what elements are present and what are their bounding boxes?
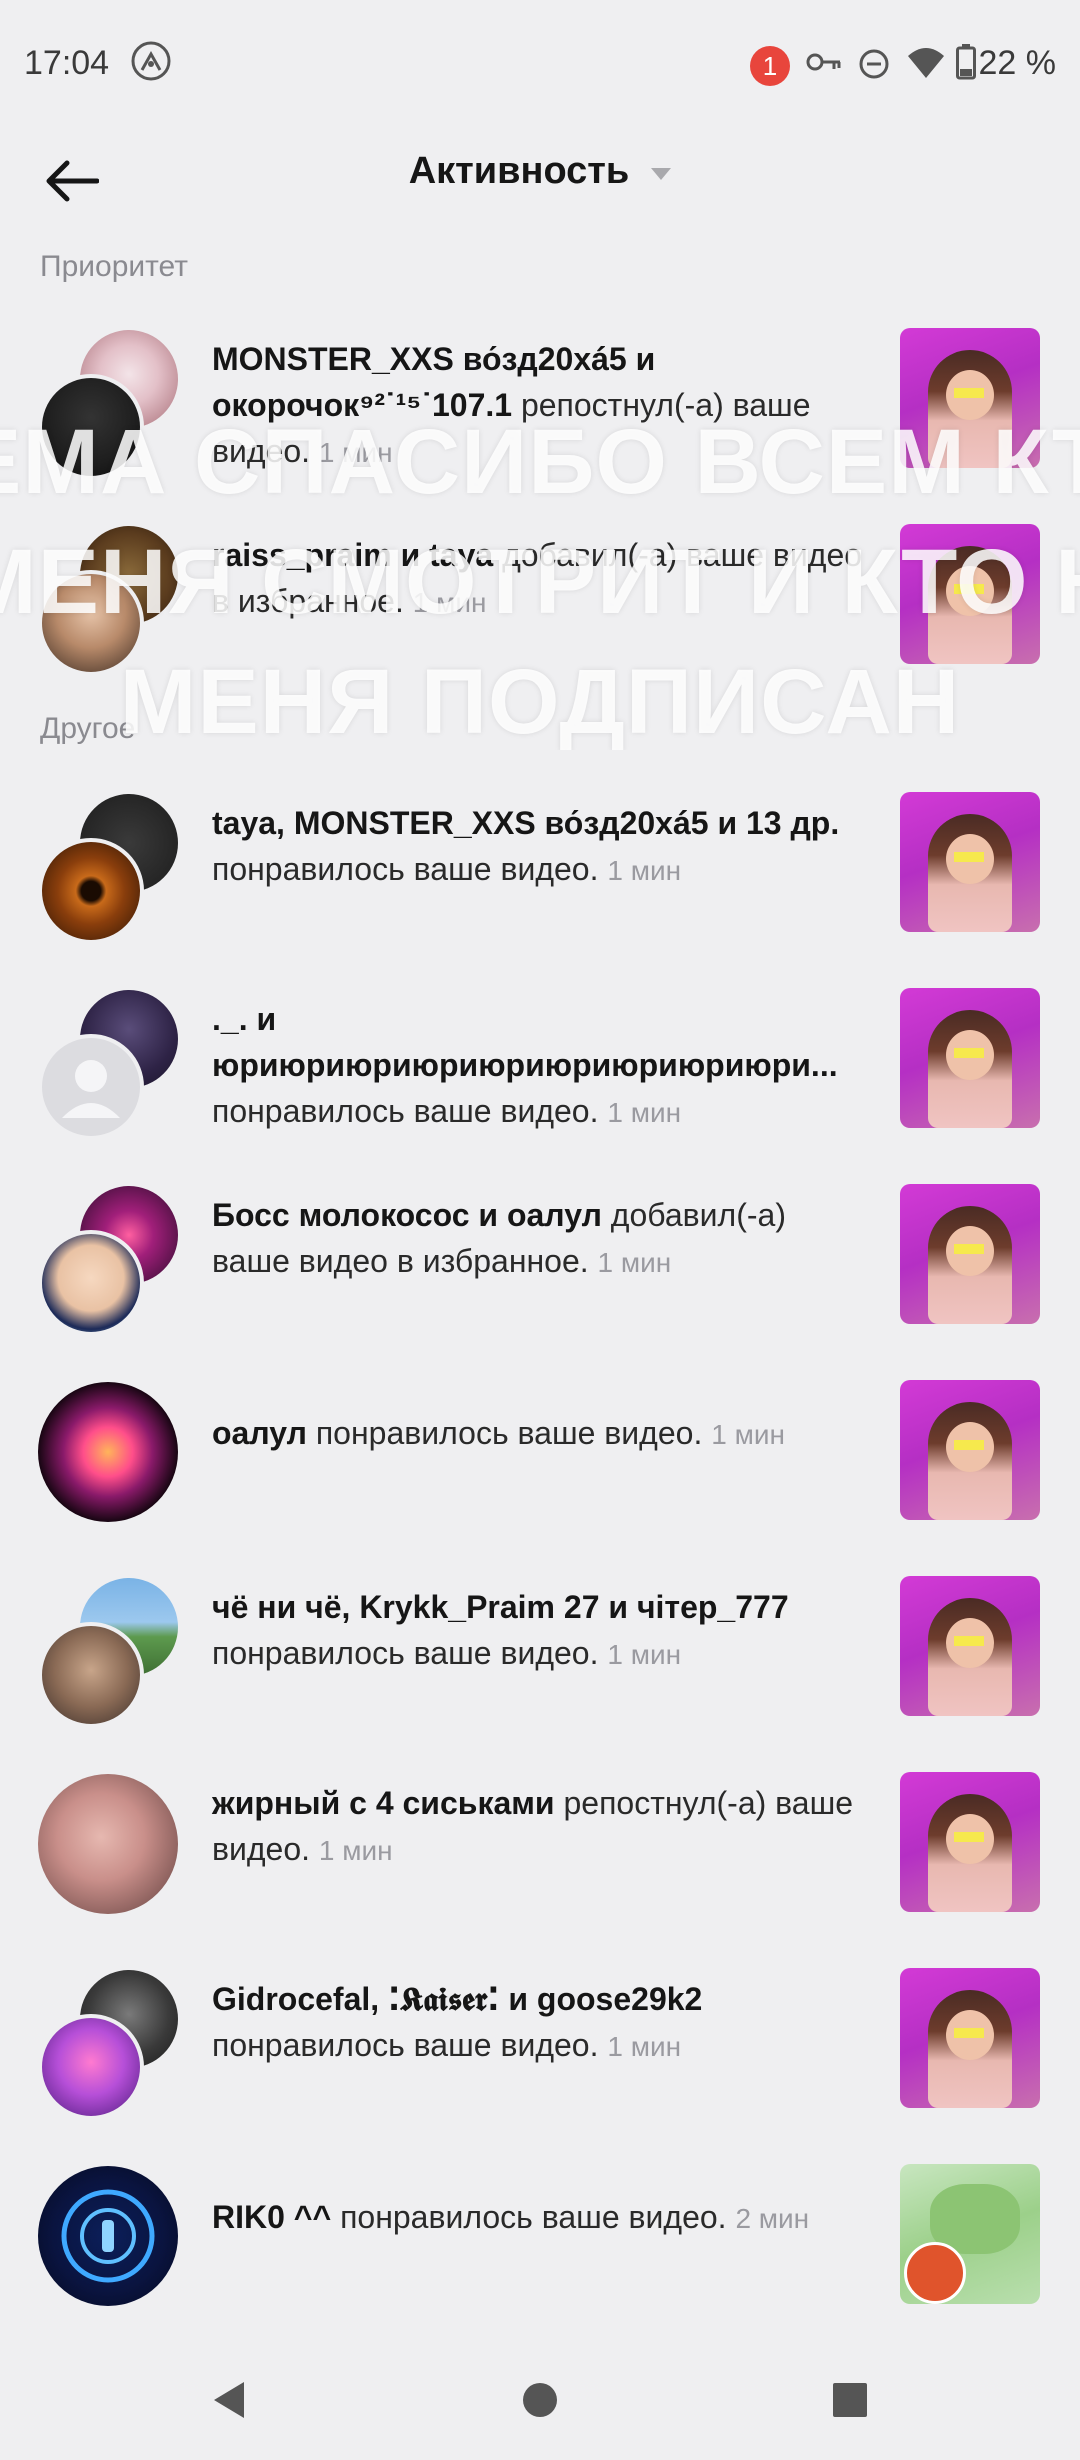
activity-row[interactable]: Gidrocefal, ⁚𝕶𝖆𝖎𝖘𝖊𝖗⁚ и goose29k2 понрави… (0, 1958, 1080, 2120)
activity-text: оалул понравилось ваше видео. 1 мин (212, 1410, 872, 1458)
activity-text: taya, MONSTER_XXS во́зд20хá5 и 13 др. по… (212, 800, 872, 894)
avatar-stack (38, 1382, 182, 1526)
avatar-stack (38, 526, 182, 676)
avatar (38, 1230, 144, 1336)
activity-action: понравилось ваше видео. (212, 1093, 599, 1129)
battery-percent: 22 % (978, 44, 1057, 82)
activity-time: 1 мин (607, 855, 682, 886)
user-names[interactable]: оалул (212, 1415, 307, 1451)
activity-time: 1 мин (607, 1639, 682, 1670)
activity-text: Gidrocefal, ⁚𝕶𝖆𝖎𝖘𝖊𝖗⁚ и goose29k2 понрави… (212, 1976, 872, 2070)
user-names[interactable]: Босс молокосос и оалул (212, 1197, 602, 1233)
avatar (38, 1382, 178, 1522)
activity-row[interactable]: MONSTER_XXS во́зд20хá5 и окорочок⁹²˙¹⁵˙1… (0, 318, 1080, 480)
activity-row[interactable]: Босс молокосос и оалул добавил(-а) ваше … (0, 1174, 1080, 1336)
activity-row[interactable]: raiss_praim и taya добавил(-а) ваше виде… (0, 514, 1080, 676)
activity-time: 2 мин (735, 2203, 810, 2234)
activity-text: ._. и юриюриюриюриюриюриюриюриюри... пон… (212, 996, 872, 1136)
page-title: Активность (408, 150, 630, 192)
system-nav-bar (0, 2340, 1080, 2460)
activity-row[interactable]: чё ни чё, Krykk_Praim 27 и чітер_777 пон… (0, 1566, 1080, 1728)
user-names[interactable]: RIK0 ^^ (212, 2199, 331, 2235)
battery-icon (956, 44, 976, 80)
video-thumbnail[interactable] (900, 1576, 1040, 1716)
activity-row[interactable]: taya, MONSTER_XXS во́зд20хá5 и 13 др. по… (0, 782, 1080, 944)
activity-filter-dropdown[interactable]: Активность (0, 150, 1080, 193)
camera-lens-icon (61, 2189, 155, 2283)
section-label-other: Другое (40, 712, 136, 745)
avatar-stack (38, 1970, 182, 2120)
user-names[interactable]: raiss_praim и taya (212, 537, 493, 573)
activity-text: raiss_praim и taya добавил(-а) ваше виде… (212, 532, 872, 626)
activity-action: понравилось ваше видео. (331, 2199, 727, 2235)
activity-row[interactable]: ._. и юриюриюриюриюриюриюриюриюри... пон… (0, 978, 1080, 1140)
wifi-icon (906, 46, 946, 80)
avatar (38, 1622, 144, 1728)
activity-time: 1 мин (318, 1835, 393, 1866)
video-thumbnail[interactable] (900, 988, 1040, 1128)
avatar-stack (38, 1186, 182, 1336)
square-recents-icon (833, 2383, 867, 2417)
nav-back-button[interactable] (198, 2370, 258, 2430)
activity-time: 1 мин (412, 587, 487, 618)
activity-action: понравилось ваше видео. (306, 1415, 703, 1451)
user-names[interactable]: Gidrocefal, ⁚𝕶𝖆𝖎𝖘𝖊𝖗⁚ и goose29k2 (212, 1981, 702, 2017)
activity-header: Активность (0, 130, 1080, 230)
activity-text: чё ни чё, Krykk_Praim 27 и чітер_777 пон… (212, 1584, 872, 1678)
activity-time: 1 мин (711, 1419, 785, 1450)
activity-action: понравилось ваше видео. (212, 851, 599, 887)
video-thumbnail[interactable] (900, 1380, 1040, 1520)
user-names[interactable]: taya, MONSTER_XXS во́зд20хá5 и 13 др. (212, 805, 839, 841)
avatar-stack (38, 990, 182, 1140)
nav-home-button[interactable] (510, 2370, 570, 2430)
avatar-stack (38, 330, 182, 480)
activity-text: RIK0 ^^ понравилось ваше видео. 2 мин (212, 2194, 872, 2242)
video-thumbnail[interactable] (900, 1772, 1040, 1912)
activity-time: 1 мин (607, 1097, 682, 1128)
video-thumbnail[interactable] (900, 524, 1040, 664)
status-bar: 17:04 1 22 % (0, 0, 1080, 130)
activity-text: MONSTER_XXS во́зд20хá5 и окорочок⁹²˙¹⁵˙1… (212, 336, 872, 476)
video-thumbnail[interactable] (900, 1184, 1040, 1324)
do-not-disturb-icon (858, 48, 890, 80)
video-thumbnail[interactable] (900, 792, 1040, 932)
avatar (38, 570, 144, 676)
avatar (38, 374, 144, 480)
avatar (38, 1774, 178, 1914)
avatar (38, 2014, 144, 2120)
video-thumbnail[interactable] (900, 2164, 1040, 2304)
activity-row[interactable]: жирный с 4 сиськами репостнул(-а) ваше в… (0, 1762, 1080, 1922)
user-names[interactable]: жирный с 4 сиськами (212, 1785, 555, 1821)
hotspot-icon (130, 40, 172, 82)
user-names[interactable]: ._. и юриюриюриюриюриюриюриюриюри... (212, 1001, 838, 1083)
activity-time: 1 мин (597, 1247, 672, 1278)
activity-action: понравилось ваше видео. (212, 1635, 599, 1671)
nav-recents-button[interactable] (820, 2370, 880, 2430)
section-label-priority: Приоритет (40, 250, 188, 283)
user-names[interactable]: чё ни чё, Krykk_Praim 27 и чітер_777 (212, 1589, 789, 1625)
triangle-back-icon (214, 2382, 244, 2418)
avatar (38, 2166, 178, 2306)
caret-down-icon (651, 167, 672, 180)
key-icon (806, 50, 842, 74)
activity-text: Босс молокосос и оалул добавил(-а) ваше … (212, 1192, 872, 1286)
activity-row[interactable]: RIK0 ^^ понравилось ваше видео. 2 мин (0, 2154, 1080, 2314)
activity-row[interactable]: оалул понравилось ваше видео. 1 мин (0, 1370, 1080, 1530)
circle-home-icon (523, 2383, 557, 2417)
activity-action: понравилось ваше видео. (212, 2027, 599, 2063)
activity-time: 1 мин (607, 2031, 682, 2062)
avatar-stack (38, 1578, 182, 1728)
avatar (38, 838, 144, 944)
status-time: 17:04 (24, 44, 110, 82)
video-thumbnail[interactable] (900, 1968, 1040, 2108)
avatar-stack (38, 794, 182, 944)
video-thumbnail[interactable] (900, 328, 1040, 468)
activity-text: жирный с 4 сиськами репостнул(-а) ваше в… (212, 1780, 872, 1874)
default-avatar-icon (38, 1034, 144, 1140)
avatar-stack (38, 1774, 182, 1918)
notification-badge: 1 (750, 46, 790, 86)
avatar-stack (38, 2166, 182, 2310)
activity-time: 1 мин (318, 437, 393, 468)
